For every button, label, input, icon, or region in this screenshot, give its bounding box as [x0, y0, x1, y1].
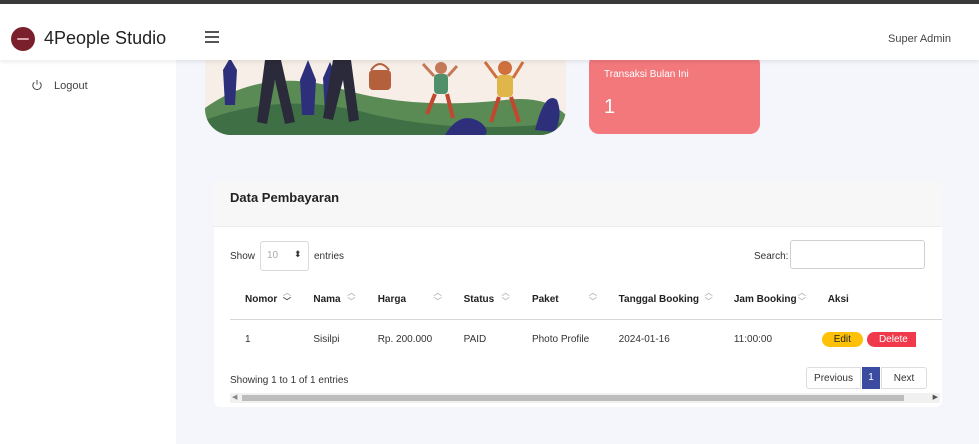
cell-tanggal: 2024-01-16	[618, 333, 670, 345]
table-info: Showing 1 to 1 of 1 entries	[230, 375, 349, 386]
payments-table: Nomor ︿ ﹀ Nama ︿ ﹀ Harga ︿ ﹀ Status ︿ ﹀ Paket ︿ ﹀ …	[230, 281, 942, 358]
sort-icon: ︿ ﹀	[588, 288, 597, 306]
col-label: Nomor	[245, 294, 278, 305]
next-page-button[interactable]: Next	[881, 367, 927, 389]
col-status[interactable]: Status ︿ ﹀	[448, 281, 517, 320]
page-length-select[interactable]: 10 ⬍	[260, 241, 309, 271]
search-label: Search:	[754, 251, 789, 262]
user-menu[interactable]: Super Admin	[888, 33, 951, 45]
payments-table-wrap: Nomor ︿ ﹀ Nama ︿ ﹀ Harga ︿ ﹀ Status ︿ ﹀ Paket ︿ ﹀ …	[230, 281, 942, 359]
scroll-left-icon[interactable]: ◀	[232, 393, 237, 403]
page-length-value: 10	[267, 250, 279, 261]
cell-harga: Rp. 200.000	[377, 333, 433, 345]
select-arrows-icon: ⬍	[294, 249, 302, 259]
col-label: Paket	[531, 294, 559, 305]
col-label: Nama	[313, 294, 341, 305]
power-icon	[32, 80, 42, 91]
col-jam[interactable]: Jam Booking ︿ ﹀	[718, 281, 813, 320]
show-label: Show	[230, 251, 256, 262]
table-row: 1 Sisilpi Rp. 200.000 PAID Photo Profile…	[230, 320, 942, 359]
search-input[interactable]	[790, 240, 925, 269]
cell-paket: Photo Profile	[531, 333, 590, 345]
sort-icon: ︿ ﹀	[433, 288, 442, 306]
sort-icon: ︿ ﹀	[797, 288, 806, 306]
col-label: Tanggal Booking	[618, 294, 700, 305]
panel-title: Data Pembayaran	[230, 190, 340, 205]
sidebar: Logout	[0, 60, 176, 444]
col-aksi: Aksi	[812, 281, 942, 320]
brand-name[interactable]: 4People Studio	[44, 28, 166, 49]
entries-label: entries	[314, 251, 345, 262]
header: 4People Studio Super Admin	[0, 4, 979, 60]
cell-status: PAID	[463, 333, 487, 345]
cell-nama: Sisilpi	[313, 333, 340, 345]
sort-icon: ︿ ﹀	[347, 288, 356, 306]
col-nama[interactable]: Nama ︿ ﹀	[298, 281, 363, 320]
brand-logo[interactable]	[11, 27, 35, 51]
sort-icon: ︿ ﹀	[704, 288, 713, 306]
payments-panel: Data Pembayaran Show 10 ⬍ entries Search…	[214, 181, 942, 407]
col-harga[interactable]: Harga ︿ ﹀	[362, 281, 449, 320]
cell-nomor: 1	[245, 333, 251, 345]
hero-illustration	[205, 60, 566, 135]
scroll-right-icon[interactable]: ▶	[933, 393, 938, 403]
menu-toggle-icon[interactable]	[205, 31, 219, 43]
sort-icon: ︿ ﹀	[283, 288, 291, 306]
col-nomor[interactable]: Nomor ︿ ﹀	[230, 281, 299, 320]
stat-value: 1	[604, 96, 616, 118]
col-tanggal[interactable]: Tanggal Booking ︿ ﹀	[603, 281, 719, 320]
page-1-button[interactable]: 1	[862, 367, 880, 389]
panel-header: Data Pembayaran	[214, 181, 942, 227]
sidebar-item-label: Logout	[54, 80, 88, 92]
delete-button[interactable]: Delete	[866, 331, 916, 347]
sort-icon: ︿ ﹀	[501, 288, 510, 306]
cell-jam: 11:00:00	[733, 333, 773, 345]
col-label: Aksi	[827, 294, 849, 305]
col-paket[interactable]: Paket ︿ ﹀	[516, 281, 604, 320]
hero-art	[205, 60, 566, 135]
stat-label: Transaksi Bulan Ini	[604, 69, 689, 80]
horizontal-scrollbar[interactable]: ◀ ▶	[230, 393, 940, 403]
col-label: Jam Booking	[733, 294, 797, 305]
previous-page-button[interactable]: Previous	[806, 367, 861, 389]
scrollbar-thumb[interactable]	[242, 395, 904, 401]
col-label: Status	[463, 294, 495, 305]
col-label: Harga	[377, 294, 407, 305]
table-header-row: Nomor ︿ ﹀ Nama ︿ ﹀ Harga ︿ ﹀ Status ︿ ﹀ Paket ︿ ﹀ …	[230, 281, 942, 320]
stat-card-transactions: Transaksi Bulan Ini 1	[589, 54, 760, 134]
edit-button[interactable]: Edit	[821, 331, 863, 347]
